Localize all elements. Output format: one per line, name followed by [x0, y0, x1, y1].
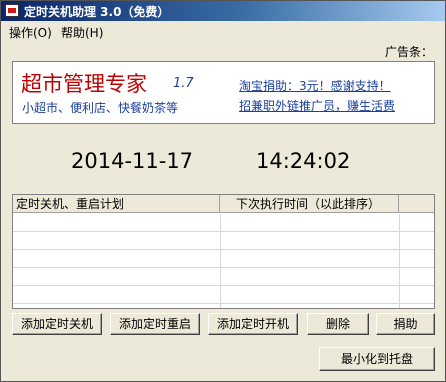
window-title: 定时关机助理 3.0（免费） [24, 5, 170, 19]
menu-bar: 操作(O) 帮助(H) [1, 21, 445, 40]
list-header: 定时关机、重启计划 下次执行时间（以此排序） [13, 195, 434, 213]
donate-button[interactable]: 捐助 [376, 313, 435, 335]
ad-version: 1.7 [173, 76, 194, 91]
menu-operate[interactable]: 操作(O) [9, 24, 52, 41]
list-body [13, 214, 434, 308]
ad-subtitle: 小超市、便利店、快餐奶茶等 [22, 101, 179, 115]
column-header-next-time[interactable]: 下次执行时间（以此排序） [220, 195, 399, 213]
current-date: 2014-11-17 [71, 149, 194, 173]
schedule-list[interactable]: 定时关机、重启计划 下次执行时间（以此排序） [12, 194, 435, 309]
delete-button[interactable]: 删除 [307, 313, 369, 335]
add-shutdown-button[interactable]: 添加定时关机 [12, 313, 102, 335]
ad-banner: 超市管理专家 1.7 小超市、便利店、快餐奶茶等 淘宝捐助：3元！感谢支持！ 招… [12, 61, 435, 124]
app-icon [5, 4, 19, 17]
table-row[interactable] [13, 286, 434, 304]
table-row[interactable] [13, 250, 434, 268]
table-row[interactable] [13, 268, 434, 286]
column-header-extra[interactable] [399, 195, 434, 213]
minimize-to-tray-button[interactable]: 最小化到托盘 [319, 347, 435, 371]
menu-help[interactable]: 帮助(H) [61, 24, 103, 41]
add-poweron-button[interactable]: 添加定时开机 [208, 313, 298, 335]
donate-link[interactable]: 淘宝捐助：3元！感谢支持！ [239, 77, 391, 94]
title-bar[interactable]: 定时关机助理 3.0（免费） [1, 1, 445, 21]
recruit-link[interactable]: 招兼职外链推广员，赚生活费 [239, 97, 395, 114]
main-window: 定时关机助理 3.0（免费） 操作(O) 帮助(H) 广告条： 超市管理专家 1… [0, 0, 446, 382]
add-restart-button[interactable]: 添加定时重启 [110, 313, 200, 335]
table-row[interactable] [13, 232, 434, 250]
table-row[interactable] [13, 214, 434, 232]
current-time: 14:24:02 [256, 149, 351, 173]
column-header-plan[interactable]: 定时关机、重启计划 [13, 195, 220, 213]
ad-label: 广告条： [385, 45, 434, 59]
ad-title[interactable]: 超市管理专家 [21, 68, 147, 98]
